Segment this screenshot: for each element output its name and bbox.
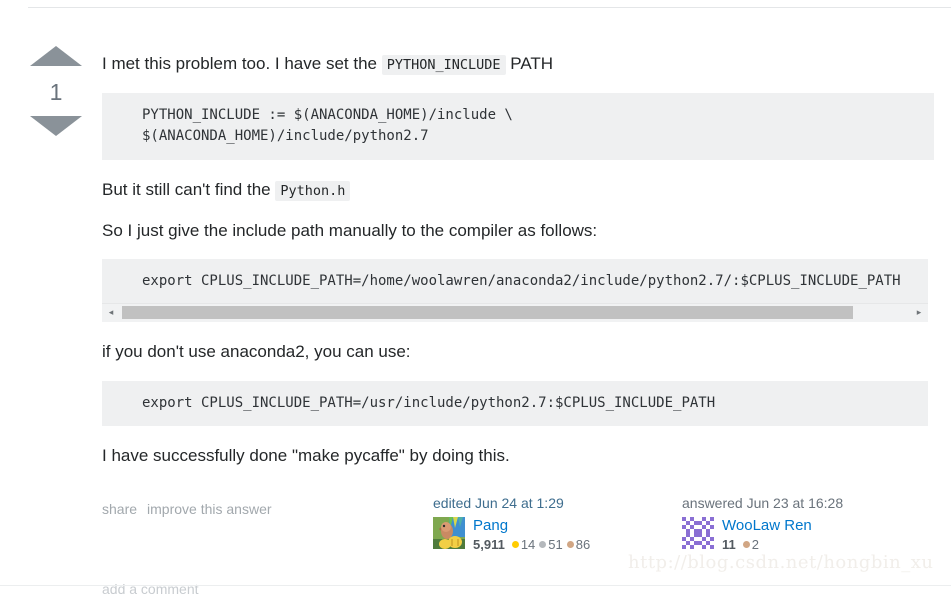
- editor-avatar[interactable]: [433, 516, 465, 549]
- code-block-3: export CPLUS_INCLUDE_PATH=/usr/include/p…: [102, 380, 928, 427]
- scrollbar-thumb[interactable]: [122, 306, 853, 320]
- answerer-avatar[interactable]: [682, 516, 714, 549]
- editor-reputation: 5,911: [473, 536, 505, 552]
- code-block-1-content: PYTHON_INCLUDE := $(ANACONDA_HOME)/inclu…: [142, 106, 513, 145]
- answerer-identicon-image: [682, 516, 714, 549]
- code-block-3-content: export CPLUS_INCLUDE_PATH=/usr/include/p…: [142, 394, 716, 411]
- vote-score: 1: [49, 79, 63, 105]
- editor-gold-badge: 14: [511, 536, 536, 552]
- paragraph-1: I met this problem too. I have set the P…: [102, 52, 951, 77]
- editor-bronze-count: 86: [575, 536, 591, 552]
- answerer-user-card: answered Jun 23 at 16:28 WooLaw Ren 11 2: [682, 495, 882, 552]
- paragraph-3: So I just give the include path manually…: [102, 220, 598, 240]
- top-divider: [28, 7, 951, 8]
- answerer-reputation: 11: [722, 536, 736, 552]
- editor-user-row: Pang 5,911 14 51 86: [433, 516, 633, 552]
- answerer-bronze-badge: 2: [742, 536, 759, 552]
- paragraph-2-text-before: But it still can't find the: [102, 180, 271, 200]
- editor-reputation-line: 5,911 14 51 86: [473, 537, 591, 552]
- editor-silver-count: 51: [548, 536, 563, 552]
- add-comment-link[interactable]: add a comment: [102, 581, 199, 597]
- paragraph-5: I have successfully done "make pycaffe" …: [102, 446, 510, 466]
- editor-gold-count: 14: [520, 536, 536, 552]
- scroll-right-arrow-icon[interactable]: ▸: [910, 304, 928, 322]
- paragraph-4: if you don't use anaconda2, you can use:: [102, 341, 411, 361]
- paragraph-1-text-after: PATH: [510, 54, 554, 73]
- answerer-bronze-count: 2: [751, 536, 759, 552]
- post-body: I met this problem too. I have set the P…: [102, 52, 951, 597]
- scrollbar-track[interactable]: [122, 306, 908, 320]
- upvote-arrow-icon[interactable]: [30, 46, 82, 66]
- answerer-user-row: WooLaw Ren 11 2: [682, 516, 882, 552]
- paragraph-2: But it still can't find the Python.h: [102, 178, 951, 203]
- paragraph-1-text-before: I met this problem too. I have set the: [102, 54, 377, 73]
- improve-answer-link[interactable]: improve this answer: [147, 501, 272, 517]
- gold-badge-icon: [511, 540, 519, 548]
- code-block-2-content: export CPLUS_INCLUDE_PATH=/home/woolawre…: [142, 273, 901, 290]
- answerer-reputation-line: 11 2: [722, 537, 812, 552]
- share-link[interactable]: share: [102, 501, 137, 517]
- editor-avatar-image: [433, 516, 465, 549]
- code-block-1: PYTHON_INCLUDE := $(ANACONDA_HOME)/inclu…: [102, 92, 934, 161]
- post-action-links: share improve this answer: [102, 501, 282, 517]
- bronze-badge-icon: [742, 540, 750, 548]
- inline-code-python-h: Python.h: [275, 181, 351, 202]
- editor-user-card: edited Jun 24 at 1:29 Pang 5,911 14 51 8…: [433, 495, 633, 552]
- downvote-arrow-icon[interactable]: [30, 116, 82, 136]
- editor-user-details: Pang 5,911 14 51 86: [473, 517, 591, 552]
- watermark: http://blog.csdn.net/hongbin_xu: [628, 552, 934, 573]
- editor-silver-badge: 51: [539, 536, 563, 552]
- answerer-user-details: WooLaw Ren 11 2: [722, 517, 812, 552]
- code-block-2-horizontal-scrollbar[interactable]: ◂ ▸: [102, 302, 928, 322]
- answerer-username[interactable]: WooLaw Ren: [722, 517, 812, 534]
- editor-bronze-badge: 86: [566, 536, 591, 552]
- answered-timestamp: answered Jun 23 at 16:28: [682, 494, 844, 511]
- scroll-left-arrow-icon[interactable]: ◂: [102, 304, 120, 322]
- silver-badge-icon: [539, 540, 547, 548]
- code-block-2: export CPLUS_INCLUDE_PATH=/home/woolawre…: [102, 259, 928, 322]
- inline-code-python-include: PYTHON_INCLUDE: [381, 55, 506, 75]
- bronze-badge-icon: [566, 540, 574, 548]
- vote-cell: 1: [30, 46, 82, 136]
- edited-timestamp[interactable]: edited Jun 24 at 1:29: [433, 495, 633, 511]
- editor-username[interactable]: Pang: [473, 517, 591, 534]
